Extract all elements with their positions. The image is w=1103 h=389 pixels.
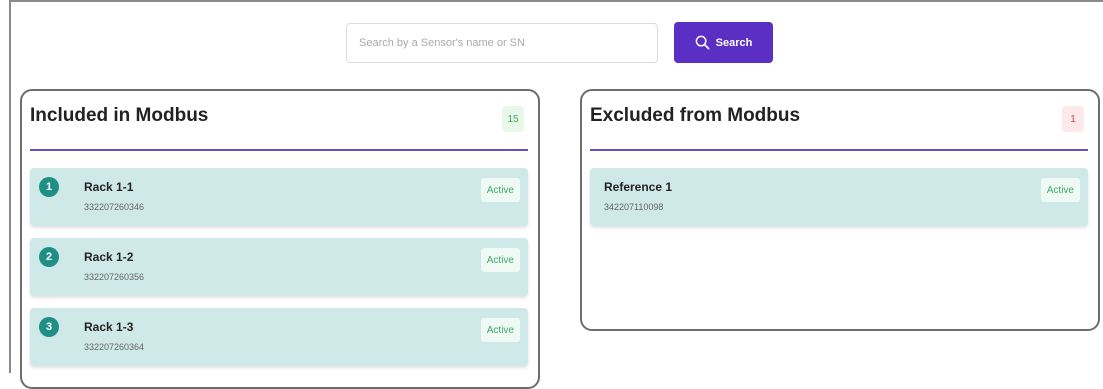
- sensor-name: Rack 1-2: [84, 250, 134, 264]
- sensor-name: Reference 1: [604, 180, 673, 194]
- included-panel: Included in Modbus 15 1 Rack 1-1 3322072…: [20, 89, 540, 389]
- index-badge: 3: [39, 317, 59, 337]
- status-badge: Active: [1040, 178, 1080, 202]
- search-icon: [695, 35, 710, 50]
- included-panel-header: Included in Modbus 15: [30, 91, 528, 151]
- index-badge: 2: [39, 247, 59, 267]
- sensor-card[interactable]: Reference 1 342207110098 Active: [590, 168, 1088, 226]
- excluded-count-badge: 1: [1062, 106, 1084, 132]
- search-button[interactable]: Search: [674, 22, 773, 63]
- included-panel-title: Included in Modbus: [30, 105, 209, 126]
- status-badge: Active: [480, 248, 520, 272]
- sensor-name: Rack 1-1: [84, 180, 134, 194]
- excluded-panel-header: Excluded from Modbus 1: [590, 91, 1088, 151]
- search-input[interactable]: [346, 23, 658, 63]
- sensor-serial-number: 332207260346: [84, 202, 145, 212]
- sensor-serial-number: 332207260356: [84, 272, 145, 282]
- status-badge: Active: [480, 318, 520, 342]
- sensor-serial-number: 342207110098: [604, 202, 664, 212]
- index-badge: 1: [39, 177, 59, 197]
- sensor-card[interactable]: 3 Rack 1-3 332207260364 Active: [30, 308, 528, 366]
- included-count-badge: 15: [502, 106, 524, 132]
- sensor-serial-number: 332207260364: [84, 342, 145, 352]
- excluded-panel: Excluded from Modbus 1 Reference 1 34220…: [580, 89, 1100, 331]
- sensor-name: Rack 1-3: [84, 320, 134, 334]
- status-badge: Active: [480, 178, 520, 202]
- search-button-label: Search: [715, 36, 753, 49]
- excluded-panel-title: Excluded from Modbus: [590, 105, 801, 126]
- sensor-card[interactable]: 1 Rack 1-1 332207260346 Active: [30, 168, 528, 226]
- sensor-card[interactable]: 2 Rack 1-2 332207260356 Active: [30, 238, 528, 296]
